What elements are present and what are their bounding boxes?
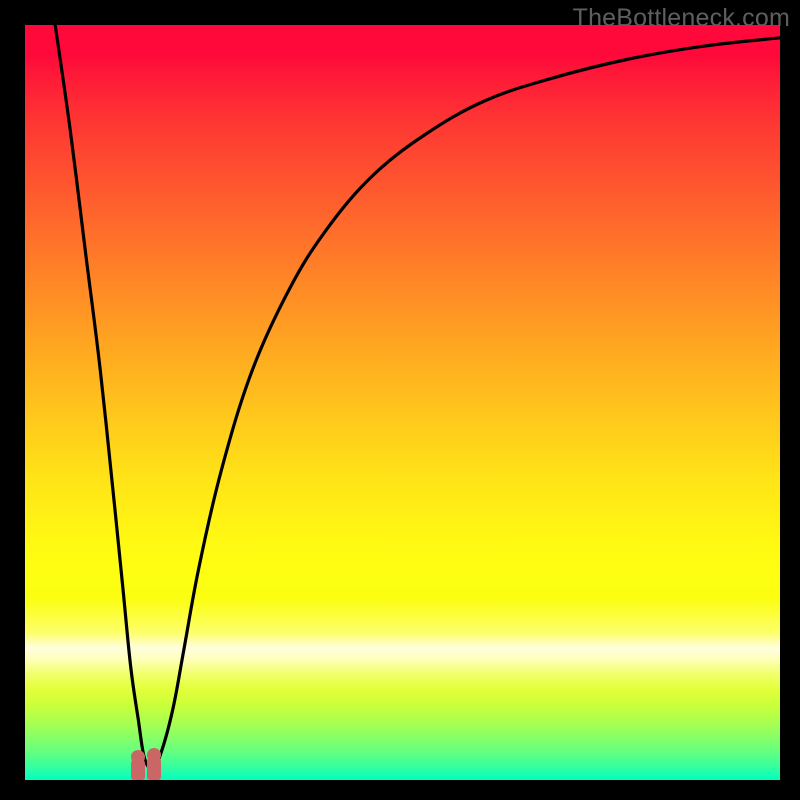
bottleneck-curve: [55, 25, 780, 769]
plot-area: [25, 25, 780, 780]
watermark-text: TheBottleneck.com: [573, 4, 790, 33]
left-bump: [131, 757, 145, 780]
curve-svg: [25, 25, 780, 780]
right-bump: [147, 755, 161, 780]
chart-container: TheBottleneck.com: [0, 0, 800, 800]
